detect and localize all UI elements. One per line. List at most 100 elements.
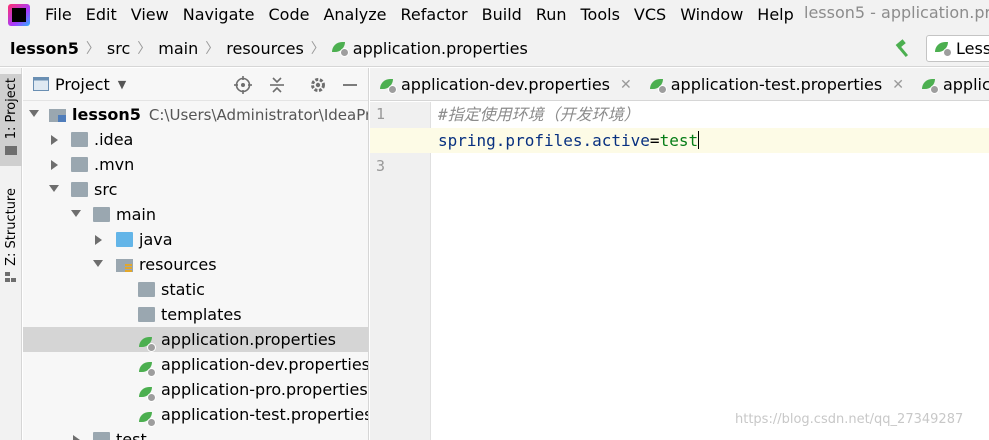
menu-build[interactable]: Build xyxy=(475,0,529,30)
folder-icon xyxy=(71,157,88,172)
code-line-comment: #指定使用环境（开发环境） xyxy=(438,105,640,124)
tree-item-label: static xyxy=(161,280,205,299)
menu-navigate[interactable]: Navigate xyxy=(176,0,262,30)
folder-icon xyxy=(5,146,17,156)
menu-run[interactable]: Run xyxy=(529,0,574,30)
property-equals: = xyxy=(649,131,660,150)
editor-tab-bar: application-dev.properties ✕ application… xyxy=(370,68,989,101)
close-icon[interactable]: ✕ xyxy=(620,77,632,93)
tree-item-templates[interactable]: templates xyxy=(23,302,368,327)
project-panel-header: Project ▼ xyxy=(23,68,368,101)
folder-icon xyxy=(138,282,155,297)
breadcrumb-separator-icon: 〉 xyxy=(85,41,100,57)
menu-tools[interactable]: Tools xyxy=(574,0,627,30)
menu-edit[interactable]: Edit xyxy=(79,0,124,30)
tool-tab-structure-label: Z: Structure xyxy=(3,188,19,266)
menu-help[interactable]: Help xyxy=(750,0,800,30)
module-folder-icon xyxy=(49,109,66,122)
tool-tab-project-label: 1: Project xyxy=(3,78,19,140)
editor-tab-label: application-test.properties xyxy=(670,75,883,94)
chevron-down-icon[interactable] xyxy=(29,102,41,127)
leaf-icon xyxy=(139,360,156,377)
breadcrumb-resources[interactable]: resources xyxy=(226,39,304,58)
minimize-icon[interactable] xyxy=(340,75,360,95)
tree-item-resources[interactable]: resources xyxy=(23,252,368,277)
text-caret xyxy=(698,131,700,149)
chevron-right-icon[interactable] xyxy=(73,427,85,440)
folder-icon xyxy=(71,132,88,147)
leaf-icon xyxy=(139,335,156,352)
tree-item-test[interactable]: test xyxy=(23,427,368,440)
chevron-down-icon[interactable] xyxy=(49,177,61,202)
tree-item-label: .idea xyxy=(94,130,134,149)
run-configuration-selector[interactable]: Less xyxy=(926,35,989,62)
menu-analyze[interactable]: Analyze xyxy=(316,0,393,30)
folder-icon xyxy=(71,182,88,197)
menu-view[interactable]: View xyxy=(124,0,176,30)
breadcrumb-separator-icon: 〉 xyxy=(310,41,325,57)
menu-vcs[interactable]: VCS xyxy=(627,0,673,30)
tree-item-static[interactable]: static xyxy=(23,277,368,302)
breadcrumb-separator-icon: 〉 xyxy=(137,41,152,57)
spring-properties-icon xyxy=(380,77,397,94)
property-value: test xyxy=(659,131,699,150)
locate-target-icon[interactable] xyxy=(233,75,253,95)
tree-item-application-pro-properties[interactable]: application-pro.properties xyxy=(23,377,368,402)
tree-item-label: test xyxy=(116,430,147,440)
property-key: spring.profiles.active xyxy=(438,131,650,150)
breadcrumb-lesson5[interactable]: lesson5 xyxy=(10,39,79,58)
tool-tab-structure[interactable]: Z: Structure xyxy=(0,184,22,284)
spring-properties-icon xyxy=(649,77,667,94)
editor-tab-application-dev[interactable]: application-dev.properties ✕ xyxy=(370,68,640,100)
menu-bar: File Edit View Navigate Code Analyze Ref… xyxy=(0,0,989,30)
chevron-down-icon[interactable] xyxy=(71,202,83,227)
leaf-icon xyxy=(139,385,156,402)
chevron-right-icon[interactable] xyxy=(51,152,63,177)
navigation-bar: lesson5 〉 src 〉 main 〉 resources 〉 appli… xyxy=(0,30,989,67)
tree-item-idea[interactable]: .idea xyxy=(23,127,368,152)
menu-file[interactable]: File xyxy=(38,0,79,30)
tree-item-application-properties[interactable]: application.properties xyxy=(23,327,368,352)
collapse-all-icon[interactable] xyxy=(267,75,287,95)
editor-tab-application-test[interactable]: application-test.properties ✕ xyxy=(640,68,912,100)
chevron-down-icon[interactable] xyxy=(93,252,105,277)
tree-item-label: application-pro.properties xyxy=(161,380,368,399)
menu-refactor[interactable]: Refactor xyxy=(394,0,475,30)
breadcrumb-main[interactable]: main xyxy=(158,39,198,58)
tree-item-main[interactable]: main xyxy=(23,202,368,227)
resources-folder-icon xyxy=(116,259,133,272)
source-folder-icon xyxy=(116,232,133,247)
menu-window[interactable]: Window xyxy=(673,0,750,30)
project-view-icon xyxy=(33,77,49,91)
tree-item-application-dev-properties[interactable]: application-dev.properties xyxy=(23,352,368,377)
chevron-right-icon[interactable] xyxy=(51,127,63,152)
tree-item-label: application-test.properties xyxy=(161,405,369,424)
build-hammer-icon[interactable] xyxy=(893,39,913,59)
editor-tab-application[interactable]: applicatio xyxy=(912,68,989,100)
menu-code[interactable]: Code xyxy=(262,0,317,30)
tree-item-mvn[interactable]: .mvn xyxy=(23,152,368,177)
project-tool-window: Project ▼ lesson5 C:\Users\Administrator\… xyxy=(23,68,369,440)
run-configuration-label: Less xyxy=(956,39,989,58)
watermark-text: https://blog.csdn.net/qq_27349287 xyxy=(735,412,964,427)
tool-tab-project[interactable]: 1: Project xyxy=(0,74,22,166)
spring-properties-icon xyxy=(139,406,156,427)
close-icon[interactable]: ✕ xyxy=(892,77,904,93)
folder-icon xyxy=(93,207,110,222)
tree-item-label: main xyxy=(116,205,156,224)
chevron-down-icon[interactable]: ▼ xyxy=(118,78,126,91)
tree-item-java[interactable]: java xyxy=(23,227,368,252)
breadcrumb-file[interactable]: application.properties xyxy=(331,39,528,58)
breadcrumb-src[interactable]: src xyxy=(107,39,130,58)
tree-item-src[interactable]: src xyxy=(23,177,368,202)
gear-icon[interactable] xyxy=(308,75,328,95)
spring-properties-icon xyxy=(921,77,939,94)
tree-item-lesson5[interactable]: lesson5 C:\Users\Administrator\IdeaProj xyxy=(23,102,368,127)
structure-icon xyxy=(5,271,16,282)
folder-icon xyxy=(138,307,155,322)
tree-item-application-test-properties[interactable]: application-test.properties xyxy=(23,402,369,427)
code-editor[interactable]: #指定使用环境（开发环境） spring.profiles.active=tes… xyxy=(370,102,989,440)
tree-item-label: lesson5 xyxy=(72,105,141,124)
chevron-right-icon[interactable] xyxy=(95,227,107,252)
project-view-selector[interactable]: Project xyxy=(55,75,110,94)
